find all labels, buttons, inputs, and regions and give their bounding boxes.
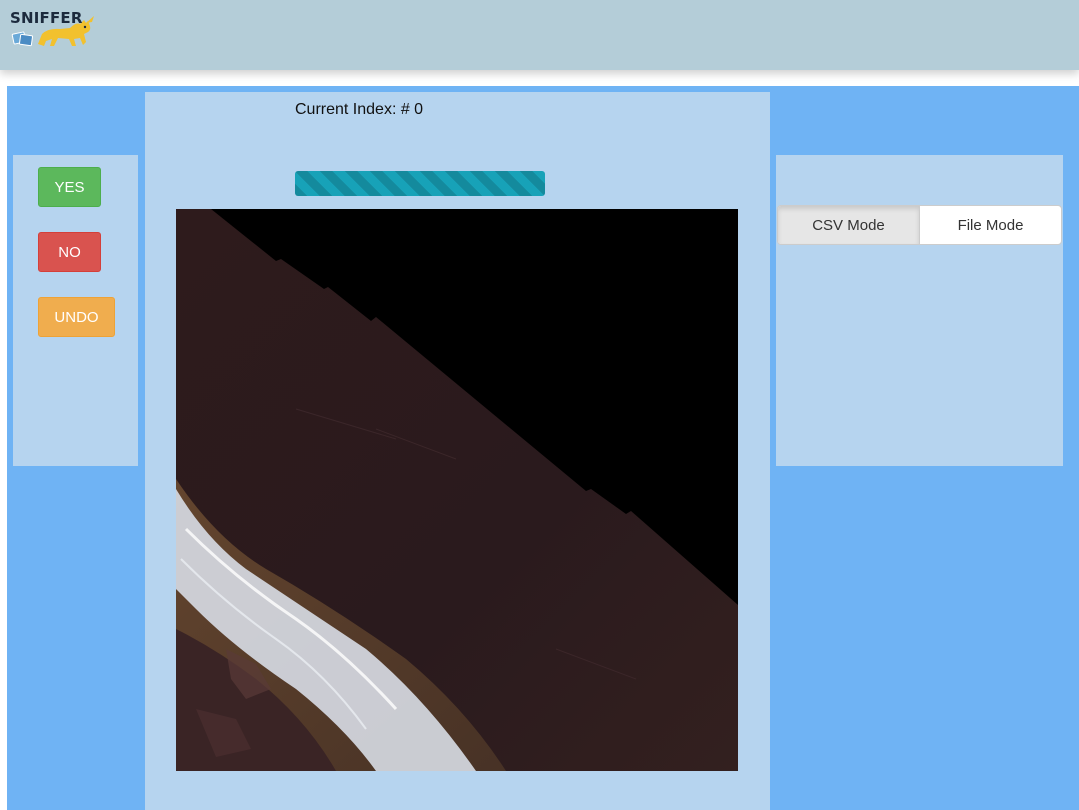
logo-text: SNIFFER — [10, 9, 83, 27]
file-mode-button[interactable]: File Mode — [920, 206, 1061, 244]
current-index-label: Current Index: # 0 — [295, 101, 424, 118]
csv-mode-button[interactable]: CSV Mode — [778, 206, 920, 244]
progress-bar-fill — [295, 171, 545, 196]
undo-button[interactable]: UNDO — [38, 297, 115, 337]
progress-bar — [295, 171, 545, 196]
mode-toggle-group: CSV Mode File Mode — [777, 205, 1062, 245]
yes-button[interactable]: YES — [38, 167, 101, 207]
top-navbar: SNIFFER — [0, 0, 1079, 70]
sniffer-logo[interactable]: SNIFFER — [8, 8, 100, 52]
no-button[interactable]: NO — [38, 232, 101, 272]
satellite-image — [176, 209, 738, 771]
mode-panel — [776, 155, 1063, 466]
